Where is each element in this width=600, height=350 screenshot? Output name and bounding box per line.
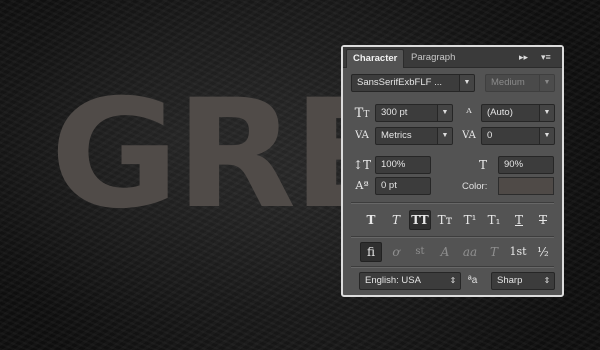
faux-bold-button[interactable]: T <box>360 210 382 230</box>
fractions-button[interactable]: ½ <box>532 242 554 262</box>
tab-paragraph[interactable]: Paragraph <box>405 49 461 67</box>
font-style-dropdown[interactable]: Medium ▼ <box>485 74 555 92</box>
ligatures-button[interactable]: ﬁ <box>360 242 382 262</box>
panel-tab-bar: Character Paragraph ▸▸ ▾≡ <box>343 47 562 68</box>
anti-aliasing-dropdown[interactable]: Sharp ⇕ <box>491 272 555 290</box>
vertical-scale-icon: ↕T <box>352 158 372 172</box>
character-panel: Character Paragraph ▸▸ ▾≡ SansSerifExbFL… <box>341 45 564 297</box>
baseline-shift-field[interactable]: 0 pt <box>375 177 431 195</box>
superscript-button[interactable]: T¹ <box>459 210 481 230</box>
discretionary-ligatures-button[interactable]: ơ <box>385 242 407 262</box>
tab-character[interactable]: Character <box>346 49 405 68</box>
divider <box>351 266 554 268</box>
font-size-dropdown[interactable]: 300 pt ▼ <box>375 104 453 122</box>
all-caps-button[interactable]: TT <box>409 210 431 230</box>
chevron-down-icon: ▼ <box>437 105 452 121</box>
kerning-icon: VA <box>355 130 369 141</box>
swash-button[interactable]: A <box>434 242 456 262</box>
color-label: Color: <box>462 181 488 192</box>
kerning-value: Metrics <box>381 130 412 141</box>
updown-icon: ⇕ <box>449 276 457 285</box>
horizontal-scale-field[interactable]: 90% <box>498 156 554 174</box>
tracking-icon: VA <box>462 130 476 141</box>
baseline-shift-icon: Aª <box>355 179 369 192</box>
chevron-down-icon: ▼ <box>459 75 474 91</box>
updown-icon: ⇕ <box>543 276 551 285</box>
strikethrough-button[interactable]: T <box>532 210 554 230</box>
kerning-dropdown[interactable]: Metrics ▼ <box>375 127 453 145</box>
stylistic-alternates-button[interactable]: aa <box>459 242 481 262</box>
font-size-value: 300 pt <box>381 107 408 118</box>
panel-menu-icon[interactable]: ▾≡ <box>541 50 551 64</box>
language-value: English: USA <box>365 275 421 286</box>
anti-aliasing-icon: ªa <box>468 275 478 286</box>
anti-aliasing-value: Sharp <box>497 275 523 286</box>
font-size-icon: TT <box>354 106 370 121</box>
font-style-value: Medium <box>491 77 525 88</box>
faux-italic-button[interactable]: T <box>385 210 407 230</box>
titling-alternates-button[interactable]: T <box>483 242 505 262</box>
language-dropdown[interactable]: English: USA ⇕ <box>359 272 461 290</box>
leading-value: (Auto) <box>487 107 513 118</box>
historical-alternates-button[interactable]: st <box>409 242 431 262</box>
vertical-scale-field[interactable]: 100% <box>375 156 431 174</box>
ordinals-button[interactable]: 1st <box>507 242 529 262</box>
chevron-down-icon: ▼ <box>539 75 554 91</box>
divider <box>351 236 554 238</box>
chevron-down-icon: ▼ <box>437 128 452 144</box>
expand-panel-icon[interactable]: ▸▸ <box>519 50 528 64</box>
divider <box>351 202 554 204</box>
leading-dropdown[interactable]: (Auto) ▼ <box>481 104 555 122</box>
subscript-button[interactable]: T₁ <box>483 210 505 230</box>
tracking-value: 0 <box>487 130 493 141</box>
leading-icon: ᴬ <box>466 106 472 120</box>
font-family-dropdown[interactable]: SansSerifExbFLF ... ▼ <box>351 74 475 92</box>
horizontal-scale-icon: T <box>478 158 487 172</box>
tracking-dropdown[interactable]: 0 ▼ <box>481 127 555 145</box>
chevron-down-icon: ▼ <box>539 128 554 144</box>
chevron-down-icon: ▼ <box>539 105 554 121</box>
font-family-value: SansSerifExbFLF ... <box>357 77 443 88</box>
underline-button[interactable]: T <box>508 210 530 230</box>
small-caps-button[interactable]: Tт <box>434 210 456 230</box>
text-color-swatch[interactable] <box>498 177 554 195</box>
